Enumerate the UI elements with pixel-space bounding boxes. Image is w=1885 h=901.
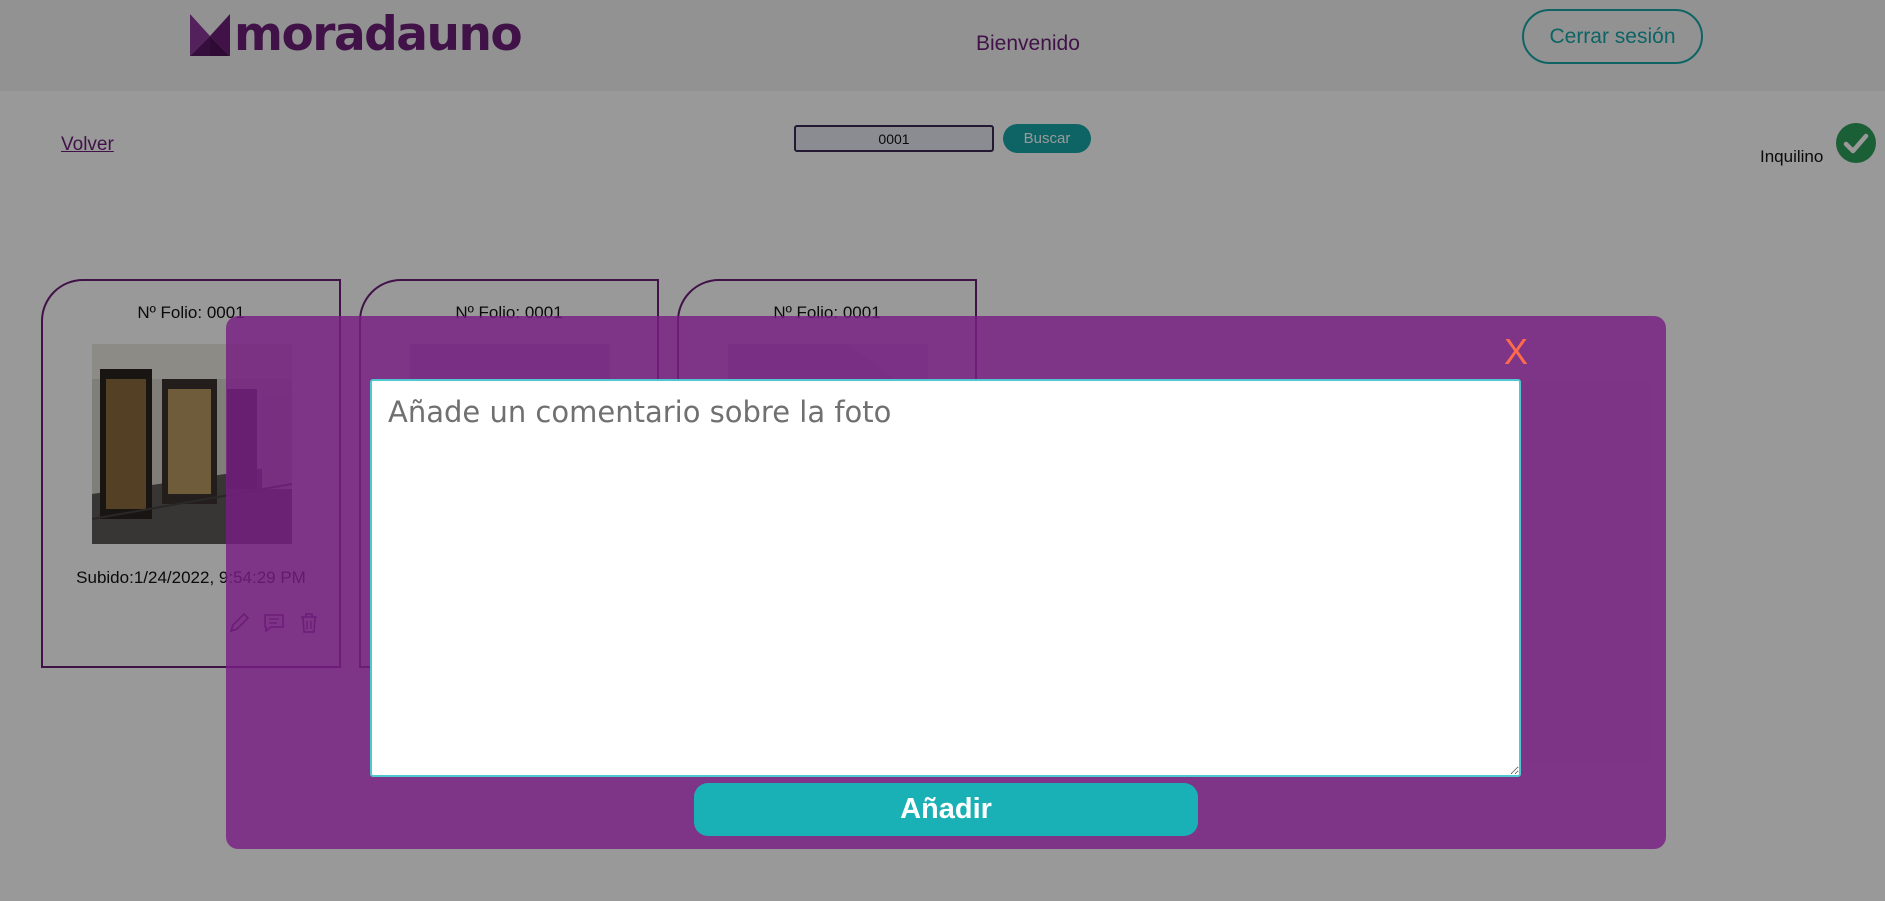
- comment-textarea[interactable]: [370, 379, 1521, 777]
- comment-modal: X Añadir: [226, 316, 1666, 849]
- close-button[interactable]: X: [1496, 334, 1536, 370]
- add-comment-button[interactable]: Añadir: [694, 783, 1198, 836]
